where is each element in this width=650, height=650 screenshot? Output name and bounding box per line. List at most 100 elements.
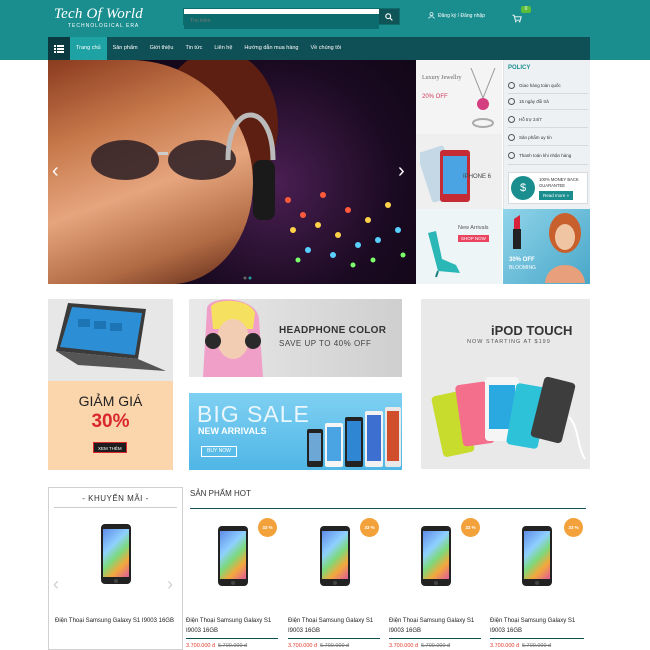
cart-icon [512, 14, 522, 23]
product-image[interactable] [320, 526, 350, 586]
account-link[interactable]: Đăng ký / Đăng nhập [428, 12, 485, 19]
product-price: 3.700.000 đ 5.700.000 đ [490, 643, 552, 649]
promo-prev-button[interactable]: ‹ [53, 574, 59, 595]
guarantee-line2: GUARANTEE [539, 183, 566, 188]
policy-item: Sản phẩm uy tín [508, 134, 552, 141]
headphone-model-image [203, 299, 263, 377]
read-more-button[interactable]: Read more » [539, 191, 574, 200]
nav-item-contact[interactable]: Liên hệ [208, 37, 238, 60]
account-label: Đăng ký / Đăng nhập [438, 12, 485, 19]
divider [54, 507, 177, 508]
jewelry-image [470, 68, 496, 128]
hero-slider[interactable]: ‹ › [48, 60, 416, 284]
menu-toggle-button[interactable] [48, 37, 70, 60]
cart-button[interactable] [512, 10, 522, 28]
divider [508, 109, 588, 110]
cart-count-badge: 0 [521, 6, 531, 13]
jewelry-banner[interactable]: Luxury Jewellry 20% OFF [416, 60, 502, 134]
new-arrivals-banner[interactable]: New Arrivals SHOP NOW [416, 209, 502, 284]
divider [508, 93, 588, 94]
slider-next-button[interactable]: › [398, 160, 405, 183]
site-header: Tech Of World TECHNOLOGICAL ERA Đăng ký … [0, 0, 650, 60]
product-name[interactable]: Điện Thoại Samsung Galaxy S1 I9003 16GB [389, 616, 485, 636]
headphone-banner[interactable]: HEADPHONE COLOR SAVE UP TO 40% OFF [189, 299, 402, 377]
divider [186, 638, 278, 639]
policy-title: POLICY [508, 65, 531, 71]
product-price: 3.700.000 đ 5.700.000 đ [389, 643, 451, 649]
nav-item-home[interactable]: Trang chủ [70, 37, 107, 60]
slide-lights-image [285, 192, 406, 268]
model-image [545, 213, 585, 283]
search-icon [385, 12, 393, 21]
search-button[interactable] [379, 9, 399, 24]
nav-item-products[interactable]: Sản phẩm [107, 37, 144, 60]
ipod-sub: NOW STARTING AT $199 [467, 339, 551, 345]
hot-section-divider [190, 508, 586, 509]
laptop-image [48, 299, 173, 381]
policy-item: 15 ngày đổi trả [508, 98, 549, 105]
hamburger-icon [54, 44, 64, 53]
nav-item-about[interactable]: Giới thiệu [144, 37, 180, 60]
main-nav: Trang chủ Sản phẩm Giới thiệu Tin tức Li… [48, 37, 590, 60]
ipod-banner[interactable]: iPOD TOUCH NOW STARTING AT $199 [421, 299, 590, 469]
product-card[interactable]: 33 % Điện Thoại Samsung Galaxy S1 I9003 … [288, 514, 384, 650]
discount-badge: 33 % [461, 518, 480, 537]
product-card[interactable]: 33 % Điện Thoại Samsung Galaxy S1 I9003 … [389, 514, 485, 650]
divider [288, 638, 380, 639]
nav-item-news[interactable]: Tin tức [179, 37, 208, 60]
discount-banner[interactable]: GIẢM GIÁ 30% XEM THÊM [48, 299, 173, 470]
product-name[interactable]: Điện Thoại Samsung Galaxy S1 I9003 16GB [55, 616, 175, 626]
jewelry-offer: 20% OFF [422, 94, 448, 100]
policy-item: Giao hàng toàn quốc [508, 82, 561, 89]
iphone-label: IPHONE 6 [463, 174, 492, 180]
lipstick-banner[interactable]: 30% OFF BLOOMING [503, 209, 590, 284]
promo-next-button[interactable]: › [167, 574, 173, 595]
promo-section-title: - KHUYẾN MÃI - [82, 494, 149, 503]
product-name[interactable]: Điện Thoại Samsung Galaxy S1 I9003 16GB [288, 616, 384, 636]
policy-item: Thanh toán khi nhận hàng [508, 152, 571, 159]
iphone-image [420, 145, 470, 203]
product-image[interactable] [218, 526, 248, 586]
globe-icon [508, 82, 515, 89]
lipstick-offer: 30% OFF [509, 257, 535, 263]
iphone-banner[interactable]: IPHONE 6 [416, 134, 502, 209]
site-logo[interactable]: Tech Of World TECHNOLOGICAL ERA [54, 6, 143, 29]
guarantee-box: $ 100% MONEY BACK GUARANTEE Read more » [508, 172, 588, 204]
discount-badge: 33 % [258, 518, 277, 537]
slider-dots[interactable] [243, 276, 255, 280]
shop-now-button[interactable]: SHOP NOW [458, 235, 489, 242]
check-icon [508, 134, 515, 141]
nav-item-guide[interactable]: Hướng dẫn mua hàng [238, 37, 304, 60]
search-input[interactable] [184, 13, 379, 29]
guarantee-line1: 100% MONEY BACK [539, 177, 579, 182]
discount-more-button[interactable]: XEM THÊM [93, 442, 127, 453]
user-icon [428, 12, 435, 19]
divider [508, 145, 588, 146]
slider-prev-button[interactable]: ‹ [52, 160, 59, 183]
lipstick-label: BLOOMING [509, 265, 536, 271]
product-price: 3.700.000 đ 5.700.000 đ [186, 643, 248, 649]
buy-now-button[interactable]: BUY NOW [201, 446, 237, 457]
search-box [183, 8, 400, 29]
shoes-image [428, 231, 460, 278]
headphone-title: HEADPHONE COLOR [279, 325, 387, 336]
product-name[interactable]: Điện Thoại Samsung Galaxy S1 I9003 16GB [490, 616, 586, 636]
product-image[interactable] [421, 526, 451, 586]
new-arrivals-label: New Arrivals [458, 225, 489, 231]
ipod-title: iPOD TOUCH [491, 323, 573, 338]
product-card[interactable]: 33 % Điện Thoại Samsung Galaxy S1 I9003 … [186, 514, 282, 650]
nav-item-about-us[interactable]: Về chúng tôi [305, 37, 348, 60]
headphone-sub: SAVE UP TO 40% OFF [279, 339, 372, 348]
divider [508, 164, 588, 165]
discount-title: GIẢM GIÁ [78, 393, 143, 409]
dollar-icon: $ [511, 176, 535, 200]
big-sale-banner[interactable]: BIG SALE NEW ARRIVALS BUY NOW [189, 393, 402, 470]
policy-item: Hỗ trợ 24/7 [508, 116, 542, 123]
product-card[interactable]: 33 % Điện Thoại Samsung Galaxy S1 I9003 … [490, 514, 586, 650]
jewelry-title: Luxury Jewellry [422, 75, 462, 81]
product-price: 3.700.000 đ 5.700.000 đ [288, 643, 350, 649]
product-image[interactable] [101, 524, 131, 584]
logo-title: Tech Of World [54, 6, 144, 22]
product-image[interactable] [522, 526, 552, 586]
product-name[interactable]: Điện Thoại Samsung Galaxy S1 I9003 16GB [186, 616, 282, 636]
